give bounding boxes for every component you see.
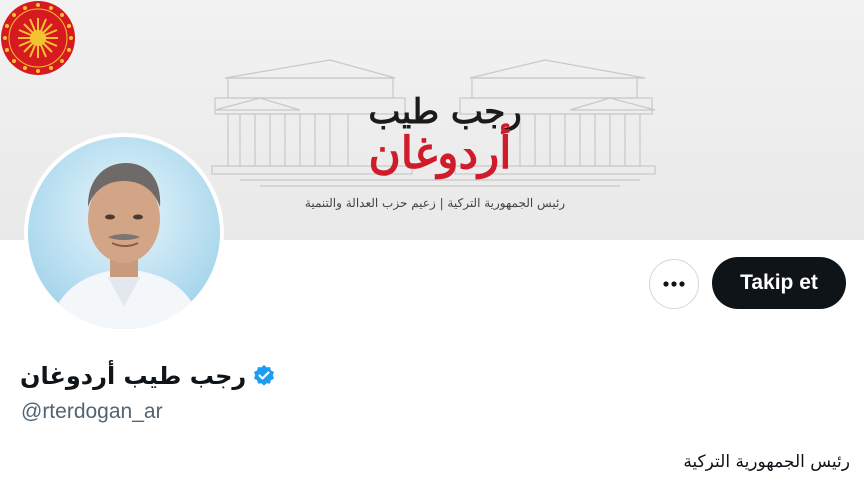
avatar-photo	[48, 163, 203, 329]
verified-badge-icon[interactable]	[252, 364, 276, 388]
more-horizontal-icon	[663, 281, 685, 287]
banner-name-line2: أردوغان	[368, 128, 512, 179]
avatar[interactable]	[24, 133, 224, 333]
profile-name: رجب طيب أردوغان	[20, 362, 276, 390]
profile-handle: @rterdogan_ar	[21, 400, 163, 423]
banner-caption: رئيس الجمهورية التركية | زعيم حزب العدال…	[304, 196, 566, 210]
profile-bio: رئيس الجمهورية التركية	[683, 452, 850, 472]
presidential-seal-icon	[1, 1, 75, 75]
display-name-text: رجب طيب أردوغان	[20, 362, 247, 390]
more-options-button[interactable]	[649, 259, 699, 309]
banner-name-line1: رجب طيب	[368, 92, 522, 132]
follow-button[interactable]: Takip et	[712, 257, 846, 309]
